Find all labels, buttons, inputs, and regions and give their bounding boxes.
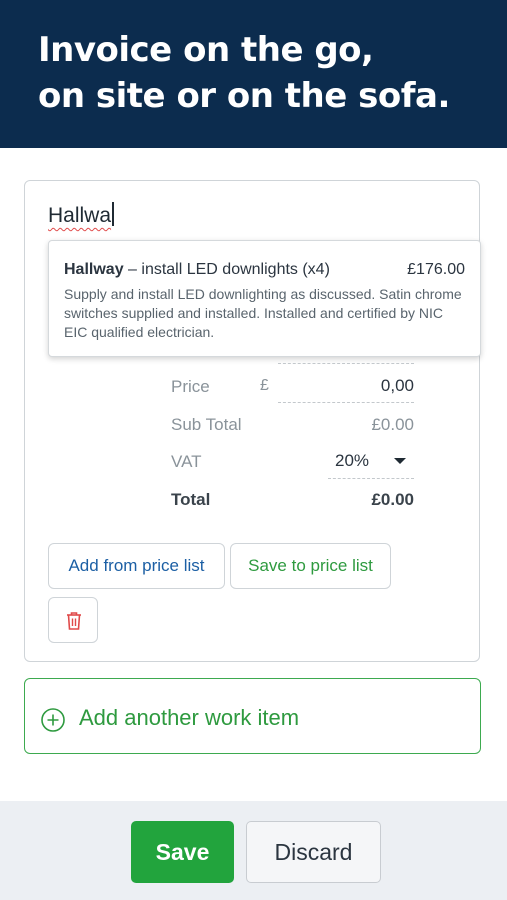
hero-banner: Invoice on the go, on site or on the sof…: [0, 0, 507, 148]
plus-circle-icon: [41, 708, 65, 732]
suggestion-price: £176.00: [407, 261, 465, 278]
trash-icon: [67, 612, 81, 630]
save-button[interactable]: Save: [131, 821, 234, 883]
add-another-work-item-button[interactable]: Add another work item: [24, 678, 481, 754]
price-currency-symbol: £: [260, 377, 269, 394]
text-cursor: [112, 202, 114, 226]
price-input-value: 0,00: [380, 376, 414, 395]
add-another-work-item-label: Add another work item: [79, 705, 300, 730]
save-to-price-list-button[interactable]: Save to price list: [230, 543, 391, 589]
total-label: Total: [171, 490, 211, 509]
vat-select[interactable]: 20%: [328, 443, 414, 479]
item-name-input[interactable]: Hallwa: [48, 202, 438, 232]
subtotal-value: £0.00: [371, 415, 414, 434]
price-input[interactable]: 0,00: [278, 363, 414, 403]
total-value: £0.00: [371, 490, 414, 509]
vat-selected-value: 20%: [335, 451, 370, 470]
price-label: Price: [171, 377, 210, 396]
discard-button[interactable]: Discard: [246, 821, 381, 883]
add-from-price-list-button[interactable]: Add from price list: [48, 543, 225, 589]
hero-headline-line1: Invoice on the go,: [38, 30, 374, 70]
hero-headline-line2: on site or on the sofa.: [38, 76, 450, 116]
subtotal-label: Sub Total: [171, 415, 242, 434]
suggestion-title: Hallway – install LED downlights (x4): [64, 261, 330, 279]
chevron-down-icon: [394, 458, 406, 464]
suggestion-description: Supply and install LED downlighting as d…: [64, 286, 462, 340]
delete-item-button[interactable]: [48, 597, 98, 643]
item-name-value: Hallwa: [48, 204, 112, 227]
autocomplete-suggestion[interactable]: Hallway – install LED downlights (x4) £1…: [48, 240, 481, 357]
suggestion-title-rest: – install LED downlights (x4): [123, 261, 330, 278]
vat-label: VAT: [171, 452, 202, 471]
suggestion-title-match: Hallway: [64, 261, 124, 278]
